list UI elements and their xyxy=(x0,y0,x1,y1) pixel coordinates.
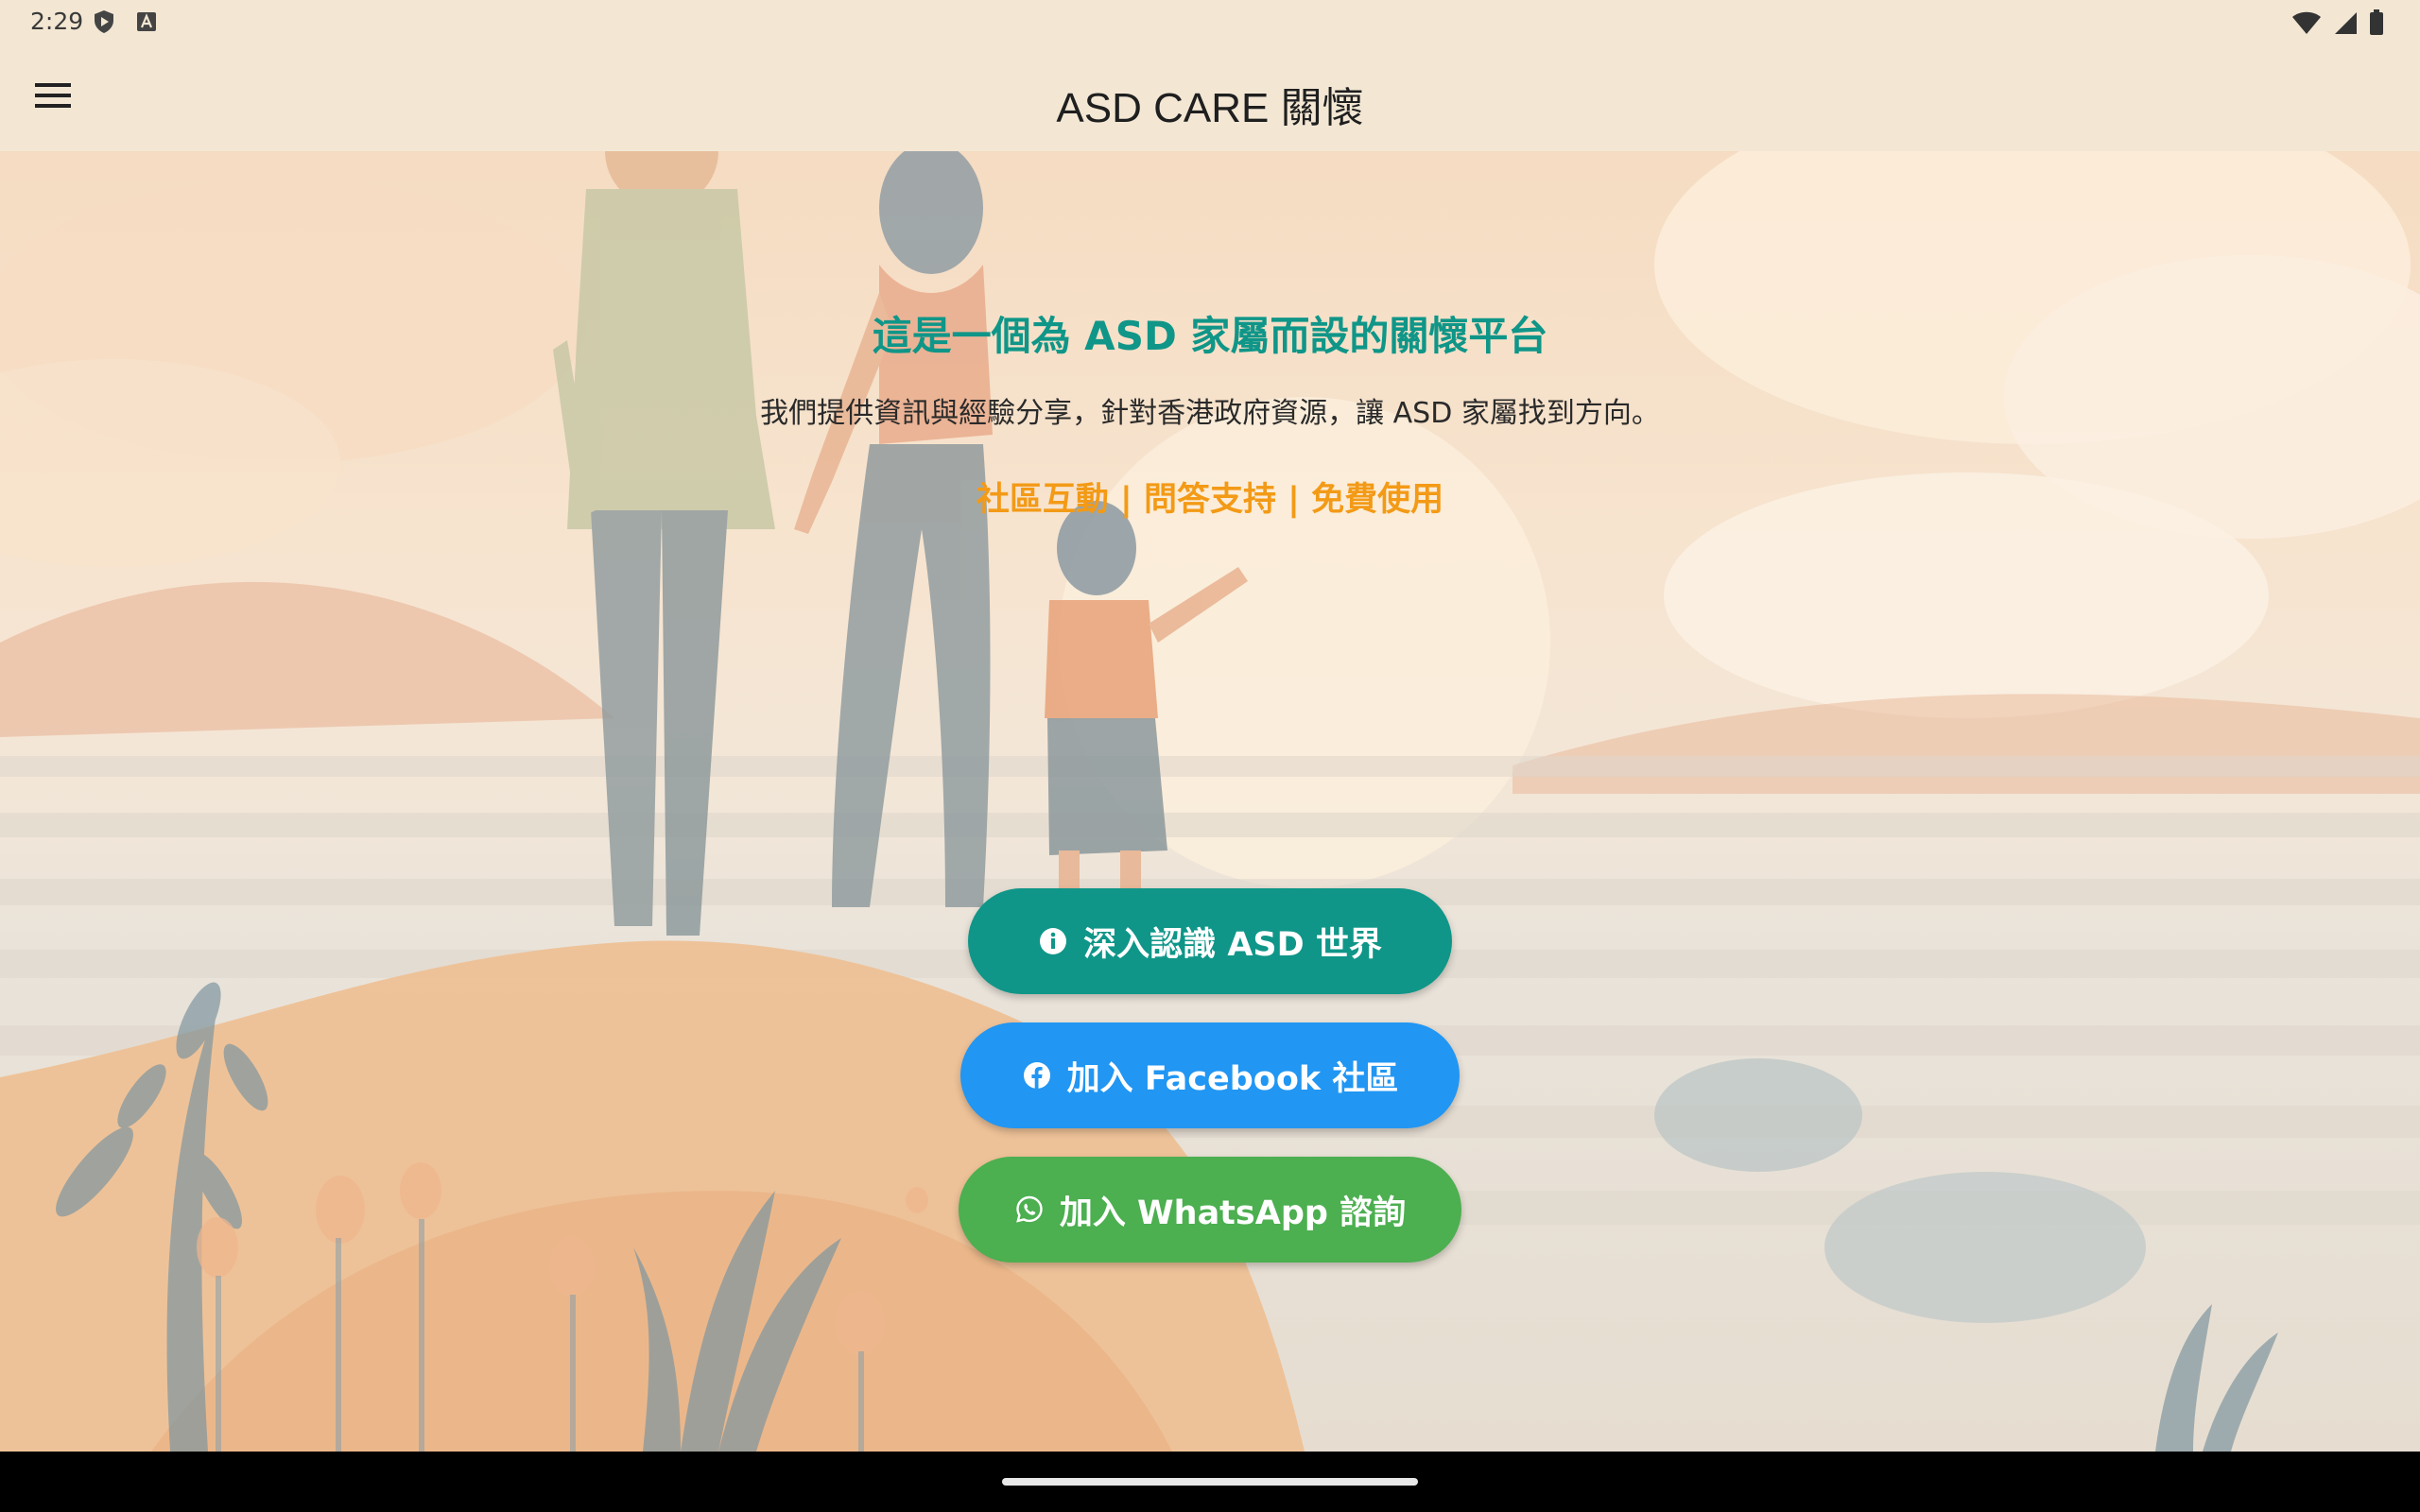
whatsapp-icon xyxy=(1014,1194,1045,1225)
status-right-icons xyxy=(2291,9,2384,40)
learn-asd-button[interactable]: 深入認識 ASD 世界 xyxy=(968,888,1452,994)
features-tagline: 社區互動 | 問答支持 | 免費使用 xyxy=(976,481,1444,519)
join-whatsapp-button[interactable]: 加入 WhatsApp 諮詢 xyxy=(959,1157,1461,1263)
join-facebook-label: 加入 Facebook 社區 xyxy=(1066,1059,1399,1098)
navigation-bar xyxy=(0,1452,2420,1512)
join-facebook-button[interactable]: 加入 Facebook 社區 xyxy=(960,1022,1460,1128)
hero-section: 這是一個為 ASD 家屬而設的關懷平台 我們提供資訊與經驗分享，針對香港政府資源… xyxy=(0,151,2420,1452)
hero-content: 這是一個為 ASD 家屬而設的關懷平台 我們提供資訊與經驗分享，針對香港政府資源… xyxy=(0,151,2420,1452)
play-protect-icon xyxy=(93,9,115,38)
battery-icon xyxy=(2369,9,2384,40)
signal-icon xyxy=(2333,10,2358,39)
status-left-icons xyxy=(93,9,157,38)
app-title: ASD CARE 關懷 xyxy=(1056,85,1364,131)
status-bar: 2:29 xyxy=(0,0,2420,45)
join-whatsapp-label: 加入 WhatsApp 諮詢 xyxy=(1059,1194,1407,1232)
wifi-icon xyxy=(2291,10,2322,39)
app-bar: ASD CARE 關懷 xyxy=(0,45,2420,151)
info-icon xyxy=(1038,926,1068,956)
status-time: 2:29 xyxy=(30,8,84,35)
learn-asd-label: 深入認識 ASD 世界 xyxy=(1083,925,1382,964)
a-badge-icon xyxy=(136,11,157,36)
description: 我們提供資訊與經驗分享，針對香港政府資源，讓 ASD 家屬找到方向。 xyxy=(760,397,1660,430)
headline: 這是一個為 ASD 家屬而設的關懷平台 xyxy=(872,313,1548,359)
facebook-icon xyxy=(1022,1060,1052,1091)
home-indicator[interactable] xyxy=(1002,1478,1418,1486)
